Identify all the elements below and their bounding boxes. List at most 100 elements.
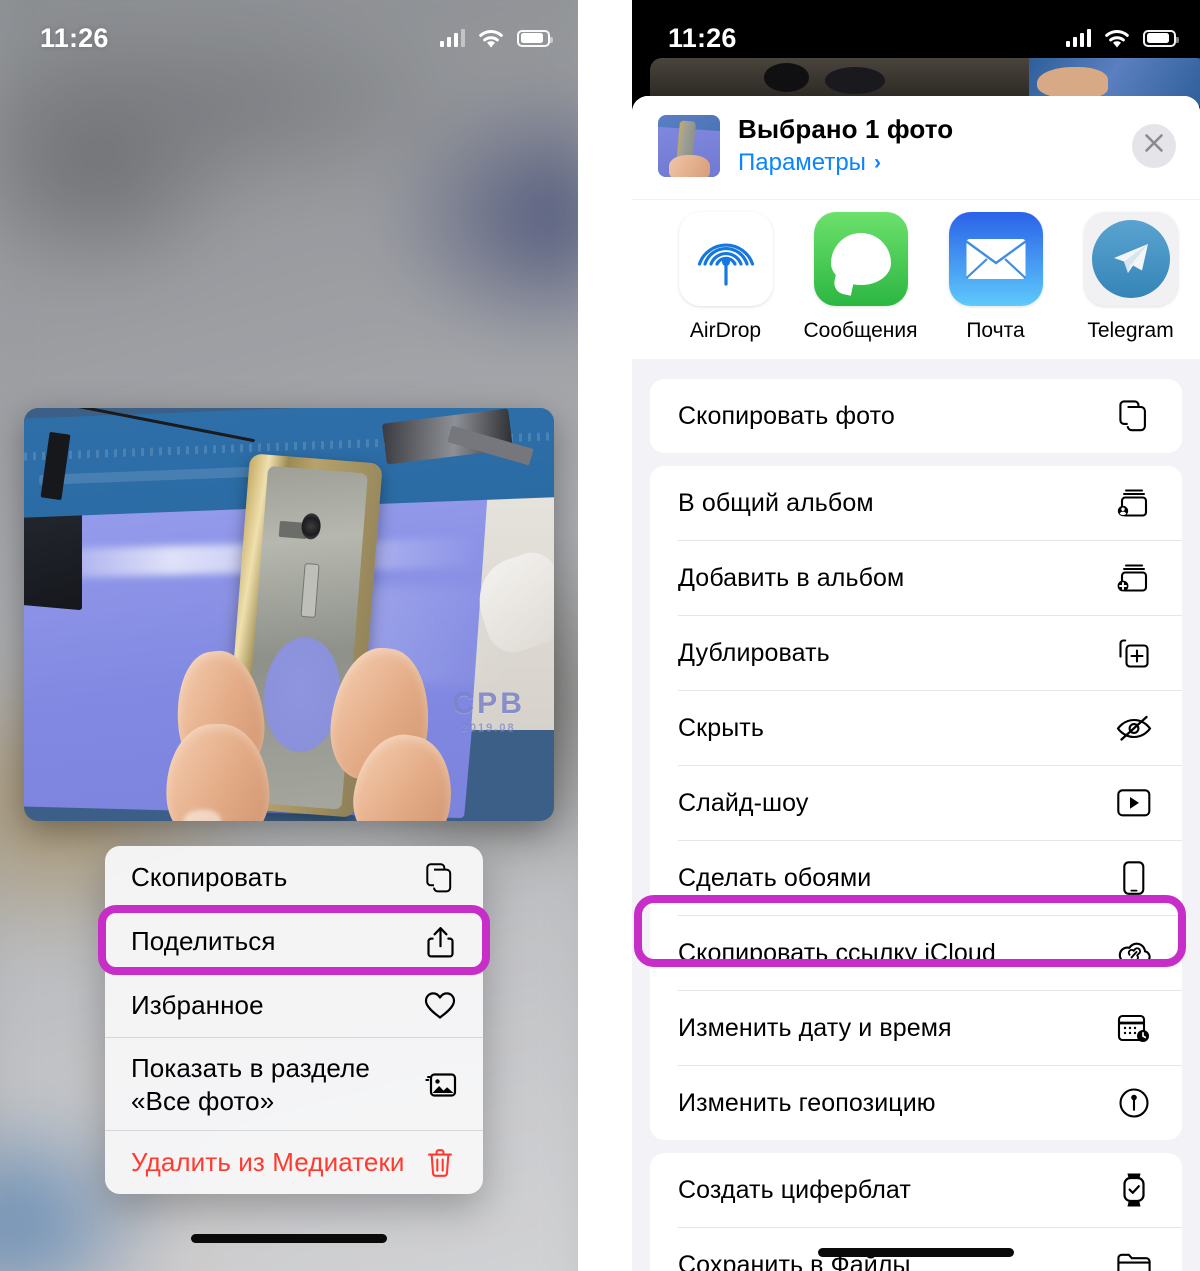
share-app-label: AirDrop [689,319,762,342]
share-options-link[interactable]: Параметры › [738,149,1114,177]
selected-photo-thumbnail[interactable] [658,114,720,177]
share-row-label: В общий альбом [678,488,874,517]
panel-gap [578,0,632,1271]
share-app-label: Сообщения [803,319,918,342]
play-rectangle-icon [1114,783,1154,823]
share-row-add-to-album[interactable]: Добавить в альбом [650,541,1182,615]
share-app-messages[interactable]: Сообщения [793,212,928,343]
copy-icon [423,861,457,895]
share-icon [423,925,457,959]
context-menu-item-favorite[interactable]: Избранное [105,974,483,1037]
context-menu-item-copy[interactable]: Скопировать [105,846,483,909]
share-row-label: Создать циферблат [678,1175,911,1204]
wifi-icon [476,28,506,49]
photo-content: CPB 2019.08 [24,408,554,821]
share-app-airdrop[interactable]: AirDrop [658,212,793,343]
battery-icon [517,29,553,47]
chevron-right-icon: › [873,151,881,174]
share-row-label: Изменить дату и время [678,1013,952,1042]
heart-icon [423,989,457,1023]
airdrop-icon [678,212,773,306]
share-row-label: Скопировать фото [678,401,895,430]
share-sheet-title: Выбрано 1 фото [738,114,954,144]
share-app-telegram[interactable]: Telegram [1063,212,1198,343]
icloud-link-icon [1114,933,1154,973]
eye-slash-icon [1114,708,1154,748]
mail-icon [948,212,1043,306]
right-phone-screen: 11:26 Выбрано 1 фото Параметры › AirDrop… [632,0,1200,1271]
share-row-label: Скопировать ссылку iCloud [678,938,996,967]
iphone-icon [1114,858,1154,898]
home-indicator [818,1248,1014,1257]
share-row-label: Изменить геопозицию [678,1088,936,1117]
camera-hole [300,511,322,541]
context-menu-item-show-in-all-photos[interactable]: Показать в разделе «Все фото» [105,1038,483,1130]
share-options-label: Параметры [738,149,866,176]
trash-icon [423,1146,457,1180]
share-row-use-as-wallpaper[interactable]: Сделать обоями [650,841,1182,915]
share-app-label: Telegram [1087,319,1174,342]
battery-icon [1143,29,1179,47]
context-menu-item-label: Скопировать [131,861,288,892]
copy-icon [1114,396,1154,436]
location-pin-icon [1114,1083,1154,1123]
share-row-label: Скрыть [678,713,764,742]
share-action-group-1: Скопировать фото [650,379,1182,453]
left-phone-screen: 11:26 CPB 2019.08 Скопировать Поделиться… [0,0,578,1271]
photo-context-menu: Скопировать Поделиться Избранное Показат… [105,846,483,1194]
close-icon [1142,131,1166,160]
hand [163,642,469,821]
folder-icon [1114,1245,1154,1271]
apple-watch-icon [1114,1170,1154,1210]
cellular-bars-icon [1065,29,1091,47]
share-row-copy-icloud-link[interactable]: Скопировать ссылку iCloud [650,916,1182,990]
home-indicator [191,1234,387,1243]
share-row-adjust-location[interactable]: Изменить геопозицию [650,1066,1182,1140]
share-action-group-2: В общий альбом Добавить в альбом Дублиро… [650,466,1182,1140]
share-row-copy-photo[interactable]: Скопировать фото [650,379,1182,453]
status-bar-time: 11:26 [40,22,109,53]
telegram-icon [1083,212,1178,306]
component-slot [300,562,320,618]
share-row-shared-album[interactable]: В общий альбом [650,466,1182,540]
status-bar-indicators [439,28,553,49]
share-row-label: Дублировать [678,638,830,667]
share-app-mail[interactable]: Почта [928,212,1063,343]
shared-album-icon [1114,483,1154,523]
share-row-create-watch-face[interactable]: Создать циферблат [650,1153,1182,1227]
thumbnail-hand [669,155,711,177]
context-menu-item-label: Показать в разделе «Все фото» [131,1052,370,1116]
photos-stack-icon [423,1068,457,1102]
share-row-label: Сделать обоями [678,863,872,892]
calendar-clock-icon [1114,1008,1154,1048]
share-sheet: Выбрано 1 фото Параметры › AirDrop Сообщ… [632,96,1200,1271]
context-menu-item-label: Удалить из Медиатеки [131,1146,405,1177]
fingernail [183,808,222,821]
wifi-icon [1102,28,1132,49]
cellular-bars-icon [439,29,465,47]
context-menu-item-delete[interactable]: Удалить из Медиатеки [105,1131,483,1194]
status-bar-indicators [1065,28,1179,49]
context-menu-item-share[interactable]: Поделиться [105,910,483,973]
close-button[interactable] [1132,123,1176,168]
context-menu-item-label: Поделиться [131,925,276,956]
status-bar-time: 11:26 [668,22,737,53]
share-row-label: Слайд-шоу [678,788,809,817]
share-row-hide[interactable]: Скрыть [650,691,1182,765]
share-row-duplicate[interactable]: Дублировать [650,616,1182,690]
add-to-album-icon [1114,558,1154,598]
duplicate-icon [1114,633,1154,673]
share-row-slideshow[interactable]: Слайд-шоу [650,766,1182,840]
right-status-bar: 11:26 [632,0,1200,62]
share-sheet-header: Выбрано 1 фото Параметры › [632,96,1200,199]
dual-screenshot-stage: 11:26 CPB 2019.08 Скопировать Поделиться… [0,0,1200,1271]
context-menu-item-label: Избранное [131,989,264,1020]
share-row-label: Добавить в альбом [678,563,905,592]
left-status-bar: 11:26 [0,0,578,62]
share-app-label: Почта [966,319,1025,342]
share-apps-row[interactable]: AirDrop Сообщения Почта Telegram [632,199,1200,359]
photo-preview[interactable]: CPB 2019.08 [24,408,554,821]
share-sheet-titles: Выбрано 1 фото Параметры › [738,114,1114,177]
share-row-adjust-date-time[interactable]: Изменить дату и время [650,991,1182,1065]
messages-icon [813,212,908,306]
